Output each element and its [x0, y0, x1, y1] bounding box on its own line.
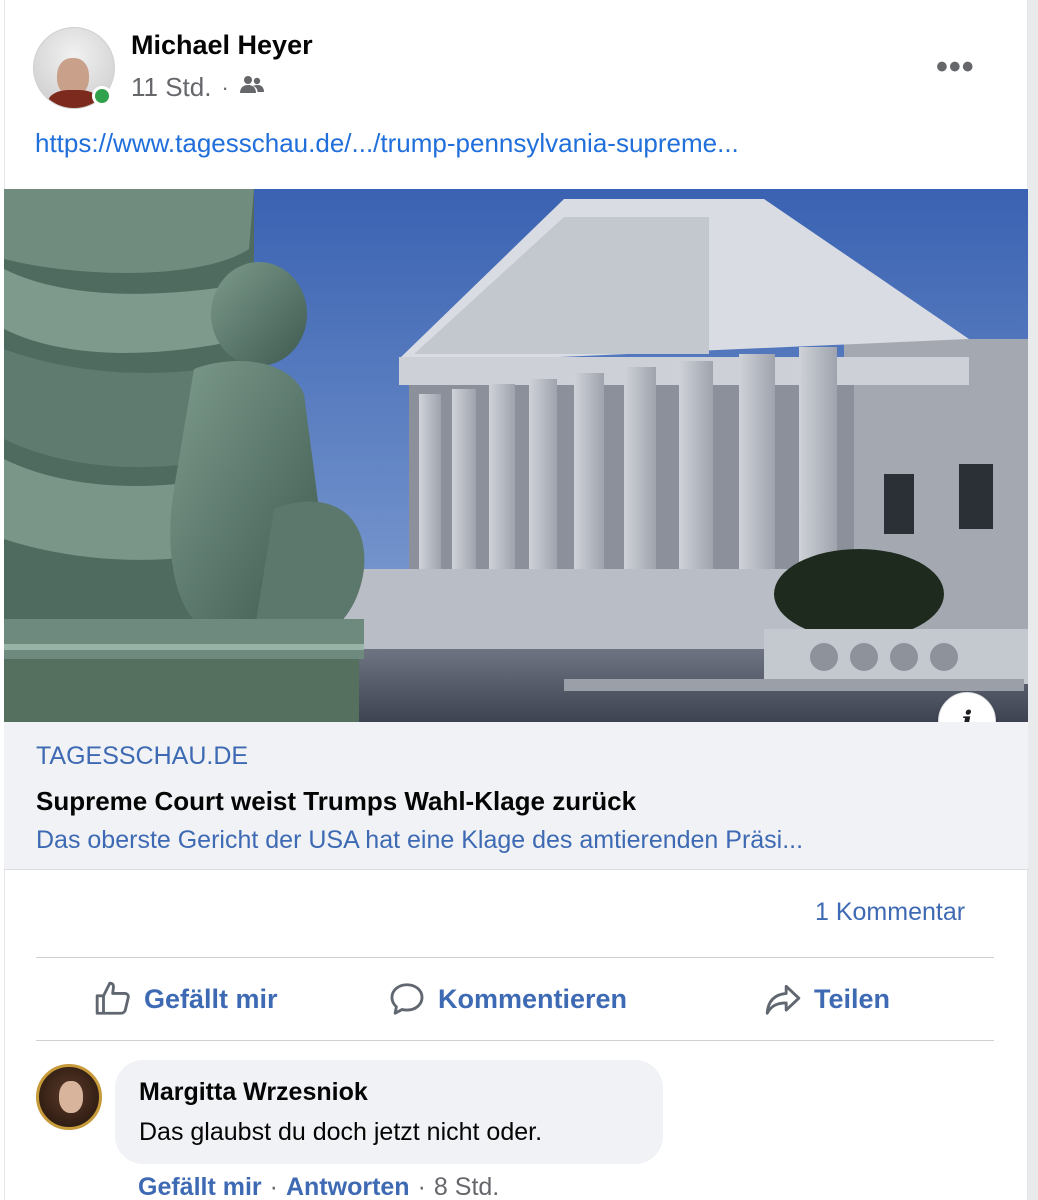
comment-text: Das glaubst du doch jetzt nicht oder.	[139, 1118, 543, 1146]
share-icon	[765, 984, 801, 1015]
comment-separator: ·	[417, 1173, 426, 1200]
share-label: Teilen	[814, 983, 891, 1014]
comment-reply-link[interactable]: Antworten	[286, 1173, 410, 1200]
post-actions-bar: Gefällt mir Kommentieren Teilen	[36, 958, 994, 1040]
like-label: Gefällt mir	[144, 983, 278, 1014]
comment-separator: ·	[269, 1173, 278, 1200]
comments-count-link[interactable]: 1 Kommentar	[815, 898, 965, 927]
post-link-text[interactable]: https://www.tagesschau.de/.../trump-penn…	[35, 128, 739, 159]
comment-actions: Gefällt mir · Antworten · 8 Std.	[138, 1173, 499, 1200]
like-button[interactable]: Gefällt mir	[94, 958, 278, 1040]
meta-separator: ·	[221, 74, 229, 100]
comment-bubble: Margitta Wrzesniok Das glaubst du doch j…	[115, 1060, 663, 1164]
comment-timestamp[interactable]: 8 Std.	[434, 1173, 499, 1200]
post-author-name[interactable]: Michael Heyer	[131, 30, 313, 61]
commenter-face	[59, 1081, 83, 1113]
comment-icon	[390, 983, 424, 1015]
commenter-avatar[interactable]	[36, 1064, 102, 1130]
more-options-icon[interactable]: •••	[936, 48, 975, 87]
online-status-indicator	[92, 86, 112, 106]
scrollbar-track[interactable]	[1028, 0, 1038, 1200]
thumbs-up-icon	[95, 981, 130, 1015]
link-preview-image[interactable]	[4, 189, 1028, 722]
link-domain: TAGESSCHAU.DE	[36, 742, 249, 770]
friends-icon[interactable]	[239, 72, 265, 103]
post-timestamp[interactable]: 11 Std.	[131, 72, 211, 103]
divider-bottom	[36, 1040, 994, 1041]
share-button[interactable]: Teilen	[764, 958, 890, 1040]
comment-button[interactable]: Kommentieren	[388, 958, 627, 1040]
link-preview-box[interactable]: TAGESSCHAU.DE Supreme Court weist Trumps…	[4, 722, 1028, 870]
link-description: Das oberste Gericht der USA hat eine Kla…	[36, 826, 804, 854]
commenter-name[interactable]: Margitta Wrzesniok	[139, 1078, 368, 1107]
link-title: Supreme Court weist Trumps Wahl-Klage zu…	[36, 786, 637, 816]
post-meta: 11 Std. ·	[131, 72, 265, 103]
comment-like-link[interactable]: Gefällt mir	[138, 1173, 262, 1200]
comment-label: Kommentieren	[438, 983, 628, 1014]
